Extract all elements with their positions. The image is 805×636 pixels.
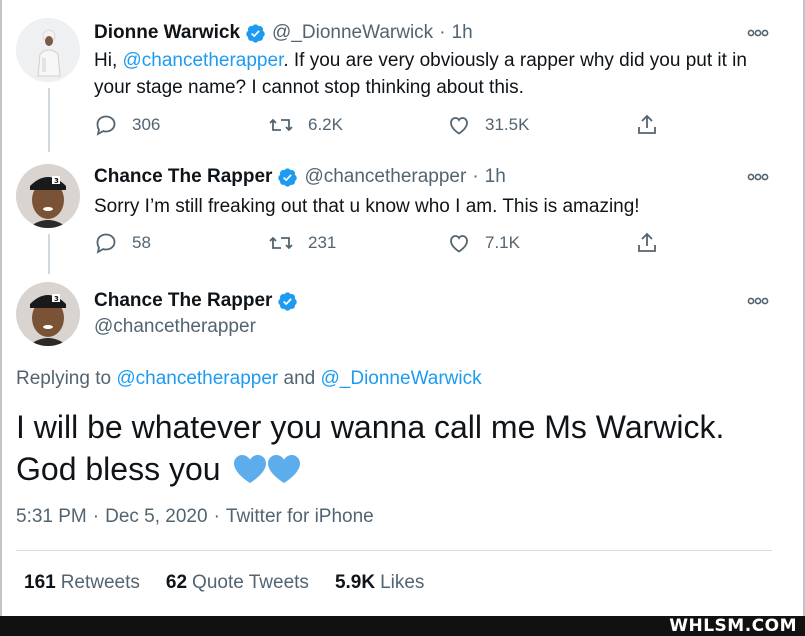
tweet-dionne[interactable]: Dionne Warwick @_DionneWarwick · 1h Hi, … bbox=[0, 0, 805, 152]
retweet-count: 6.2K bbox=[308, 115, 343, 134]
reply-count: 58 bbox=[132, 233, 151, 252]
watermark: WHLSM.COM bbox=[669, 616, 797, 636]
tweet-actions: 306 6.2K 31.5K bbox=[94, 113, 674, 139]
likes-count: 5.9K bbox=[334, 572, 376, 593]
tweet-meta: 5:31 PM · Dec 5, 2020 · Twitter for iPhone bbox=[16, 506, 374, 528]
timestamp[interactable]: 1h bbox=[485, 166, 506, 188]
retweet-button[interactable]: 231 bbox=[268, 231, 336, 255]
quote-tweets-count: 62 bbox=[165, 572, 188, 593]
tweet-text: Sorry I’m still freaking out that u know… bbox=[94, 196, 640, 217]
svg-text:3: 3 bbox=[54, 295, 59, 303]
reply-count: 306 bbox=[132, 115, 161, 134]
share-icon bbox=[638, 114, 656, 134]
tweet-header: Dionne Warwick @_DionneWarwick · 1h bbox=[94, 22, 473, 44]
share-button[interactable] bbox=[635, 113, 673, 137]
separator-dot: · bbox=[213, 506, 220, 527]
more-options-icon[interactable] bbox=[747, 28, 769, 38]
avatar[interactable]: 3 bbox=[16, 282, 80, 346]
mention-link[interactable]: @chancetherapper bbox=[123, 50, 284, 71]
share-icon bbox=[638, 232, 656, 252]
reply-button[interactable]: 306 bbox=[94, 113, 160, 137]
tweet-stats: 161 Retweets 62 Quote Tweets 5.9K Likes bbox=[24, 572, 450, 594]
handle[interactable]: @_DionneWarwick bbox=[272, 22, 433, 44]
tweet-chance-reply[interactable]: 3 Chance The Rapper @chancetherapper · 1… bbox=[0, 150, 805, 280]
tweet-handle-row: @chancetherapper bbox=[94, 316, 256, 338]
mention-link[interactable]: @_DionneWarwick bbox=[321, 368, 482, 389]
tweet-header: Chance The Rapper bbox=[94, 290, 304, 312]
retweet-count: 231 bbox=[308, 233, 337, 252]
like-icon bbox=[450, 117, 468, 135]
display-name[interactable]: Chance The Rapper bbox=[94, 166, 272, 188]
main-tweet-text: I will be whatever you wanna call me Ms … bbox=[16, 406, 786, 490]
quote-tweets-stat[interactable]: 62 Quote Tweets bbox=[166, 572, 309, 594]
thread-connector bbox=[48, 88, 50, 152]
quote-tweets-label: Quote Tweets bbox=[192, 572, 309, 593]
replying-prefix: Replying to bbox=[16, 368, 117, 389]
like-count: 31.5K bbox=[485, 115, 530, 134]
separator-dot: · bbox=[439, 22, 446, 43]
retweet-icon bbox=[269, 236, 293, 250]
svg-text:3: 3 bbox=[54, 177, 59, 185]
reply-icon bbox=[96, 233, 116, 254]
display-name[interactable]: Chance The Rapper bbox=[94, 290, 272, 312]
tweet-text-part: Hi, bbox=[94, 50, 123, 71]
verified-badge-icon bbox=[277, 167, 298, 188]
divider bbox=[16, 550, 772, 551]
more-options-icon[interactable] bbox=[747, 296, 769, 306]
retweet-button[interactable]: 6.2K bbox=[268, 113, 343, 137]
like-button[interactable]: 31.5K bbox=[447, 113, 529, 137]
main-tweet-body: I will be whatever you wanna call me Ms … bbox=[16, 409, 725, 487]
retweets-stat[interactable]: 161 Retweets bbox=[24, 572, 140, 594]
retweets-count: 161 bbox=[24, 572, 56, 593]
likes-label: Likes bbox=[380, 572, 425, 593]
reply-button[interactable]: 58 bbox=[94, 231, 151, 255]
reply-icon bbox=[96, 115, 116, 136]
tweet-source[interactable]: Twitter for iPhone bbox=[226, 506, 374, 527]
timestamp[interactable]: 1h bbox=[452, 22, 473, 44]
separator-dot: · bbox=[92, 506, 100, 527]
display-name[interactable]: Dionne Warwick bbox=[94, 22, 240, 44]
blue-heart-icon bbox=[268, 455, 301, 483]
replying-and: and bbox=[278, 368, 321, 389]
share-button[interactable] bbox=[635, 231, 673, 255]
tweet-date[interactable]: Dec 5, 2020 bbox=[105, 506, 207, 527]
verified-badge-icon bbox=[277, 291, 298, 312]
watermark-banner: WHLSM.COM bbox=[0, 616, 805, 636]
replying-to: Replying to @chancetherapper and @_Dionn… bbox=[16, 368, 482, 390]
like-count: 7.1K bbox=[485, 233, 520, 252]
avatar[interactable]: 3 bbox=[16, 164, 80, 228]
thread-connector bbox=[48, 234, 50, 274]
tweet-text: Hi, @chancetherapper. If you are very ob… bbox=[94, 47, 774, 101]
likes-stat[interactable]: 5.9K Likes bbox=[335, 572, 425, 594]
retweets-label: Retweets bbox=[60, 572, 140, 593]
handle[interactable]: @chancetherapper bbox=[94, 316, 256, 338]
verified-badge-icon bbox=[245, 23, 266, 44]
avatar[interactable] bbox=[16, 18, 80, 82]
like-button[interactable]: 7.1K bbox=[447, 231, 520, 255]
tweet-actions: 58 231 7.1K bbox=[94, 231, 674, 257]
tweet-header: Chance The Rapper @chancetherapper · 1h bbox=[94, 166, 506, 188]
tweet-time[interactable]: 5:31 PM bbox=[16, 506, 87, 527]
more-options-icon[interactable] bbox=[747, 172, 769, 182]
like-icon bbox=[450, 235, 468, 253]
retweet-icon bbox=[269, 118, 293, 132]
separator-dot: · bbox=[472, 166, 479, 187]
mention-link[interactable]: @chancetherapper bbox=[116, 368, 278, 389]
handle[interactable]: @chancetherapper bbox=[304, 166, 466, 188]
blue-heart-icon bbox=[234, 455, 267, 483]
